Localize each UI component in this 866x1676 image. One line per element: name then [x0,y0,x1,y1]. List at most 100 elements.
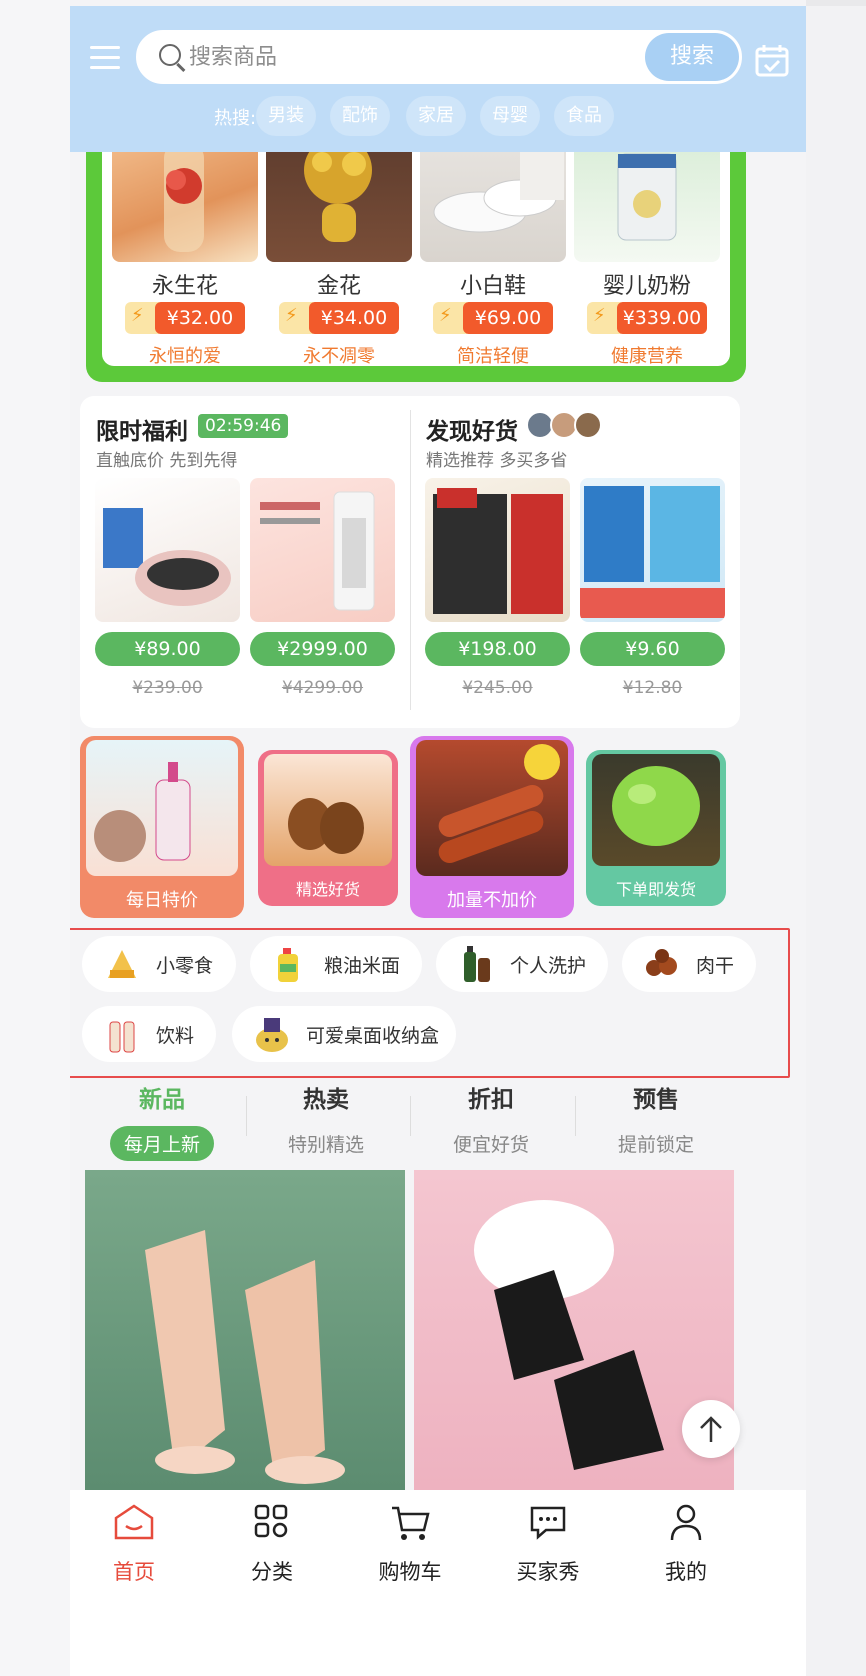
hot-tag[interactable]: 家居 [406,96,466,136]
chip-desk-organizer[interactable]: 可爱桌面收纳盒 [232,1006,456,1062]
tab-hot[interactable]: 热卖 特别精选 [244,1076,408,1161]
product-tagline: 简洁轻便 [457,346,529,367]
sale-price: ¥89.00 [95,632,240,666]
price-tag: ¥34.00 [279,302,399,334]
price-tag: ¥339.00 [587,302,707,334]
bolt-icon [433,302,467,334]
product-image [250,478,395,622]
hot-tag[interactable]: 食品 [554,96,614,136]
snacks-icon [108,950,136,978]
bolt-icon [587,302,621,334]
discover-title: 发现好货 [426,419,518,445]
feed-product-image[interactable] [85,1170,405,1490]
sale-price: ¥2999.00 [250,632,395,666]
original-price: ¥239.00 [132,678,203,698]
hot-search-label: 热搜: [214,108,257,129]
divider [410,410,411,710]
product-image [425,478,570,622]
tile-label: 精选好货 [295,880,360,899]
chip-label: 饮料 [156,1024,195,1047]
tab-title: 预售 [633,1087,679,1113]
flash-product[interactable]: ¥89.00 ¥239.00 [95,478,240,698]
flash-subtitle: 直触底价 先到先得 [96,451,238,471]
product-image [580,478,725,622]
nav-label: 购物车 [378,1560,442,1584]
flash-product[interactable]: ¥2999.00 ¥4299.00 [250,478,395,698]
countdown-timer: 02:59:46 [198,414,289,438]
bolt-icon [279,302,313,334]
chip-label: 可爱桌面收纳盒 [306,1024,440,1047]
tab-presale[interactable]: 预售 提前锁定 [574,1076,738,1161]
discover-product[interactable]: ¥9.60 ¥12.80 [580,478,725,698]
tile-label: 下单即发货 [615,880,696,899]
home-icon [114,1504,154,1540]
hot-tag[interactable]: 母婴 [480,96,540,136]
bottom-nav: 首页 分类 购物车 买家秀 我的 [70,1490,806,1676]
nav-buyer-show[interactable]: 买家秀 [488,1496,608,1586]
chip-personal-care[interactable]: 个人洗护 [436,936,608,992]
chip-jerky[interactable]: 肉干 [622,936,756,992]
price-value: ¥34.00 [309,302,399,334]
oil-bottle-icon [278,948,298,982]
shampoo-bottle-icon [464,946,490,982]
calendar-check-icon[interactable] [754,42,790,78]
sale-price: ¥9.60 [580,632,725,666]
menu-icon[interactable] [90,46,120,70]
tab-title: 折扣 [468,1087,514,1113]
chip-drinks[interactable]: 饮料 [82,1006,216,1062]
search-bar: 搜索 [136,30,742,84]
tile-ship-now[interactable]: 下单即发货 [586,750,726,906]
chip-label: 肉干 [696,954,735,977]
feed-tabs: 新品 每月上新 热卖 特别精选 折扣 便宜好货 预售 提前锁定 [70,1076,806,1161]
price-value: ¥339.00 [617,302,707,334]
search-input[interactable] [189,39,609,75]
back-to-top-button[interactable] [682,1400,740,1458]
original-price: ¥245.00 [462,678,533,698]
hot-tag[interactable]: 男装 [256,96,316,136]
nav-label: 首页 [113,1560,155,1584]
promo-card: 永生花 ¥32.00 永恒的爱 金花 ¥34.00 永不凋零 小白鞋 ¥69.0… [86,120,746,382]
hot-tag[interactable]: 配饰 [330,96,390,136]
chip-grain-oil[interactable]: 粮油米面 [250,936,422,992]
nav-category[interactable]: 分类 [212,1496,332,1586]
tile-image [592,754,720,866]
promo-product[interactable]: 金花 ¥34.00 永不凋零 [266,120,412,368]
promo-product[interactable]: 婴儿奶粉 ¥339.00 健康营养 [574,120,720,368]
chip-label: 个人洗护 [510,954,587,977]
tab-title: 热卖 [303,1087,349,1113]
tile-extra-amount[interactable]: 加量不加价 [410,736,574,918]
cart-icon [392,1506,430,1540]
tab-discount[interactable]: 折扣 便宜好货 [409,1076,573,1161]
tab-new[interactable]: 新品 每月上新 [80,1076,244,1161]
product-tagline: 永恒的爱 [149,346,221,367]
deals-card: 限时福利 02:59:46 直触底价 先到先得 发现好货 精选推荐 多买多省 ¥… [80,396,740,728]
flash-title: 限时福利 [96,419,188,445]
bolt-icon [125,302,159,334]
category-chips-highlight: 小零食 粮油米面 个人洗护 肉干 饮料 可爱桌面收纳盒 [70,928,790,1078]
page-margin [0,0,70,1676]
hot-search-row: 热搜: 男装 配饰 家居 母婴 食品 [70,94,806,138]
search-button[interactable]: 搜索 [645,33,739,81]
search-icon [159,44,181,66]
promo-product[interactable]: 永生花 ¥32.00 永恒的爱 [112,120,258,368]
promo-product[interactable]: 小白鞋 ¥69.00 简洁轻便 [420,120,566,368]
tab-subtitle: 提前锁定 [617,1134,694,1156]
nav-profile[interactable]: 我的 [626,1496,746,1586]
sale-price: ¥198.00 [425,632,570,666]
product-name: 永生花 [151,274,218,299]
nav-home[interactable]: 首页 [74,1496,194,1586]
nav-cart[interactable]: 购物车 [350,1496,470,1586]
product-name: 小白鞋 [459,274,526,299]
discover-product[interactable]: ¥198.00 ¥245.00 [425,478,570,698]
price-value: ¥69.00 [463,302,553,334]
tile-selected-goods[interactable]: 精选好货 [258,750,398,906]
original-price: ¥4299.00 [281,678,364,698]
avatar-group [526,411,602,439]
chip-snacks[interactable]: 小零食 [82,936,236,992]
tab-title: 新品 [139,1087,185,1113]
tile-daily-special[interactable]: 每日特价 [80,736,244,918]
original-price: ¥12.80 [622,678,683,698]
promo-inner: 永生花 ¥32.00 永恒的爱 金花 ¥34.00 永不凋零 小白鞋 ¥69.0… [102,120,730,368]
header: 搜索 热搜: 男装 配饰 家居 母婴 食品 [70,6,806,152]
organizer-box-icon [256,1018,288,1052]
